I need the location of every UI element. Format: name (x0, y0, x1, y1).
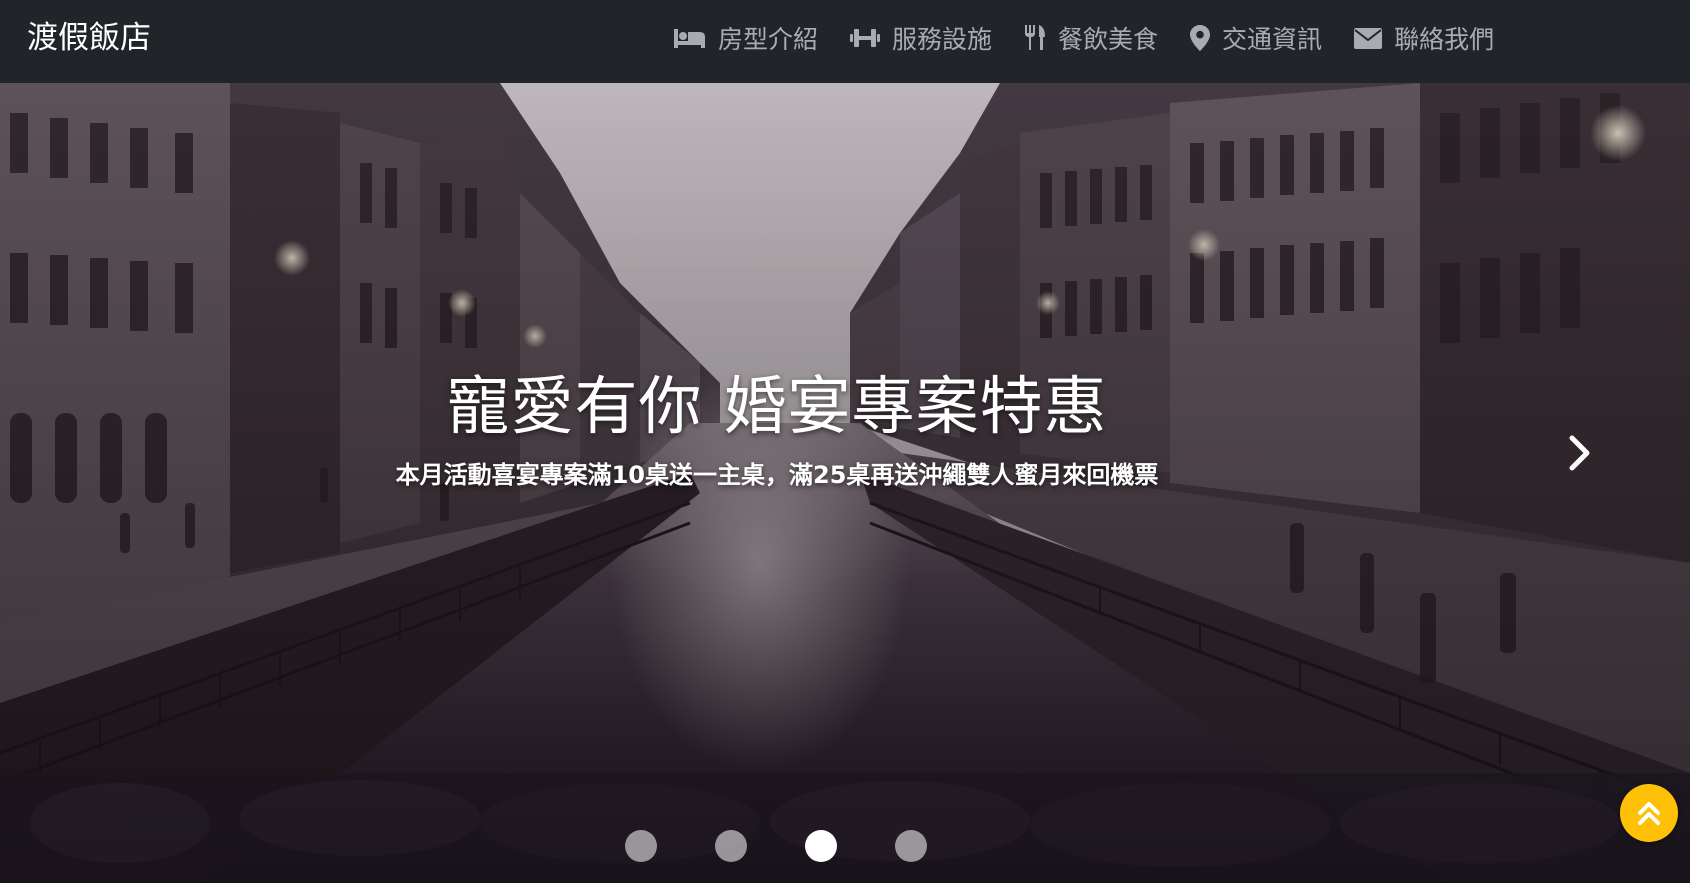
envelope-icon (1354, 27, 1383, 49)
carousel-indicators (625, 830, 985, 862)
double-chevron-up-icon (1638, 802, 1660, 825)
brand-logo[interactable]: 渡假飯店 (27, 18, 151, 58)
carousel-indicator-1[interactable] (625, 830, 657, 862)
carousel-title: 寵愛有你 婚宴專案特惠 (446, 370, 1108, 443)
carousel-indicator-3[interactable] (805, 830, 837, 862)
dumbbell-icon (850, 29, 881, 47)
nav-label-transport: 交通資訊 (1222, 25, 1323, 54)
nav-item-transport[interactable]: 交通資訊 (1190, 20, 1322, 56)
chevron-right-icon (1569, 435, 1590, 471)
nav-label-contact: 聯絡我們 (1394, 25, 1495, 54)
nav-item-contact[interactable]: 聯絡我們 (1354, 20, 1494, 56)
nav-item-dining[interactable]: 餐飲美食 (1024, 20, 1158, 56)
nav-label-rooms: 房型介紹 (718, 25, 819, 54)
carousel-caption: 寵愛有你 婚宴專案特惠 本月活動喜宴專案滿10桌送一主桌，滿25桌再送沖繩雙人蜜… (0, 367, 1554, 491)
nav-item-rooms[interactable]: 房型介紹 (673, 20, 818, 56)
map-marker-icon (1190, 25, 1211, 51)
top-navbar: 渡假飯店 房型介紹 服務設施 餐飲美食 交通資訊 聯絡我們 (0, 0, 1690, 83)
nav-label-dining: 餐飲美食 (1058, 25, 1159, 54)
nav-label-facilities: 服務設施 (892, 25, 993, 54)
carousel-indicator-4[interactable] (895, 830, 927, 862)
hero-carousel: 寵愛有你 婚宴專案特惠 本月活動喜宴專案滿10桌送一主桌，滿25桌再送沖繩雙人蜜… (0, 83, 1690, 883)
nav-item-facilities[interactable]: 服務設施 (850, 20, 992, 56)
main-nav: 房型介紹 服務設施 餐飲美食 交通資訊 聯絡我們 (673, 0, 1526, 76)
back-to-top-button[interactable] (1620, 784, 1678, 842)
carousel-subtitle: 本月活動喜宴專案滿10桌送一主桌，滿25桌再送沖繩雙人蜜月來回機票 (395, 461, 1159, 489)
utensils-icon (1025, 25, 1046, 50)
bed-icon (674, 29, 705, 48)
carousel-next-button[interactable] (1558, 423, 1602, 483)
carousel-indicator-2[interactable] (715, 830, 747, 862)
